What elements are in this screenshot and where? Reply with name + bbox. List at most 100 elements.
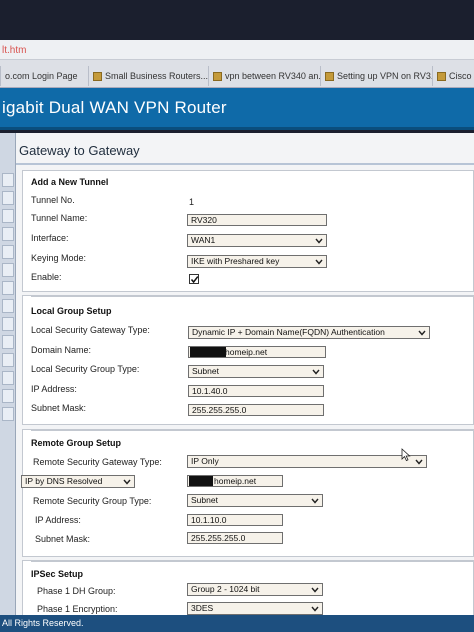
- chevron-down-icon: [311, 367, 321, 376]
- interface-select[interactable]: WAN1: [187, 234, 327, 247]
- remote-group-type-label: Remote Security Group Type:: [33, 496, 152, 506]
- remote-gateway-type-select[interactable]: IP Only: [187, 455, 427, 468]
- nav-item[interactable]: [2, 209, 14, 223]
- favicon-icon: [93, 71, 102, 81]
- add-tunnel-heading: Add a New Tunnel: [31, 177, 109, 187]
- tunnel-no-label: Tunnel No.: [31, 195, 75, 205]
- title-divider: [16, 163, 474, 165]
- ipsec-heading: IPSec Setup: [31, 569, 84, 579]
- tab-setting-up-vpn[interactable]: Setting up VPN on RV3...: [320, 66, 432, 86]
- remote-group-type-select[interactable]: Subnet: [187, 494, 323, 507]
- chevron-down-icon: [310, 585, 320, 594]
- tab-label: Cisco RV: [449, 71, 474, 81]
- chevron-down-icon: [417, 328, 427, 337]
- remote-resolve-method-value: IP by DNS Resolved: [25, 476, 103, 486]
- checkmark-icon: [190, 276, 199, 284]
- chevron-down-icon: [314, 236, 324, 245]
- page-title: Gateway to Gateway: [19, 143, 140, 158]
- tunnel-no-value: 1: [189, 197, 195, 207]
- remote-resolve-method-select[interactable]: IP by DNS Resolved: [21, 475, 135, 488]
- nav-item[interactable]: [2, 353, 14, 367]
- keying-mode-select[interactable]: IKE with Preshared key: [187, 255, 327, 268]
- nav-item[interactable]: [2, 173, 14, 187]
- encryption-value: 3DES: [191, 603, 214, 613]
- dh-group-value: Group 2 - 1024 bit: [191, 584, 260, 594]
- nav-item[interactable]: [2, 335, 14, 349]
- favicon-icon: [325, 71, 334, 81]
- chevron-down-icon: [414, 457, 424, 466]
- remote-group-heading: Remote Group Setup: [31, 438, 122, 448]
- nav-item[interactable]: [2, 227, 14, 241]
- tunnel-name-input[interactable]: RV320: [187, 214, 327, 226]
- tab-vpn-between-rv340[interactable]: vpn between RV340 an...: [208, 66, 320, 86]
- add-tunnel-panel: Add a New Tunnel Tunnel No. 1 Tunnel Nam…: [22, 170, 474, 292]
- tab-cisco-rv[interactable]: Cisco RV: [432, 66, 474, 86]
- nav-item[interactable]: [2, 263, 14, 277]
- interface-label: Interface:: [31, 233, 69, 243]
- local-gateway-type-label: Local Security Gateway Type:: [31, 325, 150, 335]
- nav-item[interactable]: [2, 407, 14, 421]
- remote-ip-input[interactable]: 10.1.10.0: [187, 514, 283, 526]
- remote-mask-label: Subnet Mask:: [35, 534, 91, 544]
- section-divider: [31, 296, 473, 297]
- local-group-type-value: Subnet: [192, 366, 219, 376]
- section-divider: [31, 430, 473, 431]
- local-group-panel: Local Group Setup Local Security Gateway…: [22, 295, 474, 425]
- tab-label: o.com Login Page: [5, 71, 78, 81]
- nav-item[interactable]: [2, 317, 14, 331]
- favicon-icon: [437, 71, 446, 81]
- chevron-down-icon: [122, 477, 132, 486]
- redaction-mark: [189, 476, 213, 486]
- local-group-type-select[interactable]: Subnet: [188, 365, 324, 378]
- footer-text: All Rights Reserved.: [2, 618, 84, 628]
- local-ip-input[interactable]: 10.1.40.0: [188, 385, 324, 397]
- bookmark-tabs-bar: o.com Login Page Small Business Routers.…: [0, 60, 474, 88]
- local-group-heading: Local Group Setup: [31, 306, 112, 316]
- tunnel-name-label: Tunnel Name:: [31, 213, 88, 223]
- nav-item[interactable]: [2, 245, 14, 259]
- nav-item[interactable]: [2, 389, 14, 403]
- local-mask-input[interactable]: 255.255.255.0: [188, 404, 324, 416]
- local-ip-label: IP Address:: [31, 384, 77, 394]
- encryption-label: Phase 1 Encryption:: [37, 604, 118, 614]
- address-bar[interactable]: lt.htm: [0, 40, 474, 60]
- tab-small-business-routers[interactable]: Small Business Routers...: [88, 66, 208, 86]
- left-navigation: [0, 133, 16, 615]
- local-gateway-type-value: Dynamic IP + Domain Name(FQDN) Authentic…: [192, 327, 385, 337]
- local-group-type-label: Local Security Group Type:: [31, 364, 140, 374]
- tab-label: Small Business Routers...: [105, 71, 208, 81]
- chevron-down-icon: [314, 257, 324, 266]
- remote-gateway-type-label: Remote Security Gateway Type:: [33, 457, 162, 467]
- encryption-select[interactable]: 3DES: [187, 602, 323, 615]
- enable-label: Enable:: [31, 272, 62, 282]
- nav-item[interactable]: [2, 371, 14, 385]
- domain-name-label: Domain Name:: [31, 345, 92, 355]
- nav-item[interactable]: [2, 191, 14, 205]
- remote-ip-label: IP Address:: [35, 515, 81, 525]
- remote-mask-input[interactable]: 255.255.255.0: [187, 532, 283, 544]
- chevron-down-icon: [310, 496, 320, 505]
- dh-group-label: Phase 1 DH Group:: [37, 586, 116, 596]
- favicon-icon: [213, 71, 222, 81]
- local-gateway-type-select[interactable]: Dynamic IP + Domain Name(FQDN) Authentic…: [188, 326, 430, 339]
- nav-item[interactable]: [2, 299, 14, 313]
- section-divider: [31, 561, 473, 562]
- mouse-cursor-icon: [401, 448, 411, 462]
- keying-mode-select-value: IKE with Preshared key: [191, 256, 280, 266]
- main-content: Gateway to Gateway Add a New Tunnel Tunn…: [16, 133, 474, 615]
- url-text: lt.htm: [2, 45, 27, 56]
- remote-gateway-type-value: IP Only: [191, 456, 219, 466]
- chevron-down-icon: [310, 604, 320, 613]
- dh-group-select[interactable]: Group 2 - 1024 bit: [187, 583, 323, 596]
- router-title: igabit Dual WAN VPN Router: [2, 98, 227, 117]
- enable-checkbox[interactable]: [189, 274, 199, 284]
- tab-label: vpn between RV340 an...: [225, 71, 320, 81]
- ipsec-panel: IPSec Setup Phase 1 DH Group: Group 2 - …: [22, 560, 474, 615]
- interface-select-value: WAN1: [191, 235, 216, 245]
- tab-login-page[interactable]: o.com Login Page: [0, 66, 86, 86]
- redaction-mark: [190, 347, 226, 357]
- keying-mode-label: Keying Mode:: [31, 253, 87, 263]
- nav-item[interactable]: [2, 281, 14, 295]
- remote-group-panel: Remote Group Setup Remote Security Gatew…: [21, 429, 474, 557]
- router-header: igabit Dual WAN VPN Router: [0, 88, 474, 130]
